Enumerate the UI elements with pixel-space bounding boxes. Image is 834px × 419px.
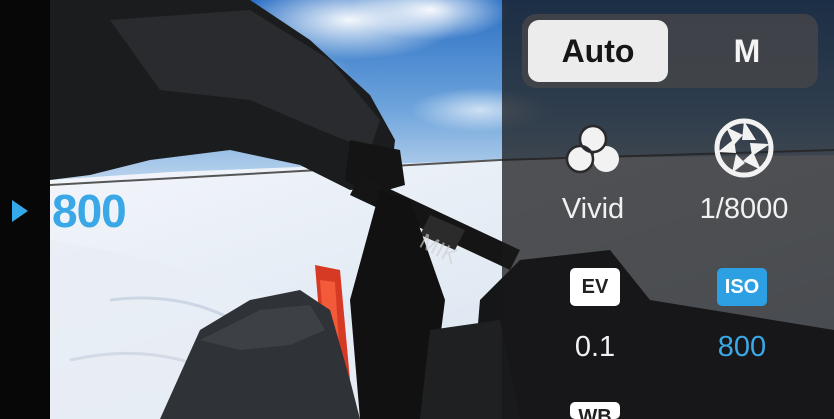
camera-settings-screen: MIK 800 Auto M Vivid 1/8000 EV 0.1 ISO 8… (0, 0, 834, 419)
ev-badge[interactable]: EV (570, 268, 620, 306)
mode-auto-button[interactable]: Auto (528, 20, 668, 82)
color-profile-icon[interactable] (561, 118, 625, 182)
mode-manual-button[interactable]: M (682, 20, 812, 82)
iso-live-readout: 800 (52, 185, 127, 237)
iso-pointer-arrow-icon (12, 200, 28, 222)
iso-badge[interactable]: ISO (717, 268, 767, 306)
ev-value[interactable]: 0.1 (515, 333, 675, 362)
mode-toggle: Auto M (522, 14, 818, 88)
iso-value[interactable]: 800 (662, 333, 822, 362)
settings-panel: Auto M Vivid 1/8000 EV 0.1 ISO 800 WB (502, 0, 834, 419)
color-profile-value[interactable]: Vivid (513, 195, 673, 224)
shutter-speed-value[interactable]: 1/8000 (664, 195, 824, 224)
wb-badge[interactable]: WB (570, 402, 620, 419)
aperture-icon[interactable] (712, 116, 776, 180)
